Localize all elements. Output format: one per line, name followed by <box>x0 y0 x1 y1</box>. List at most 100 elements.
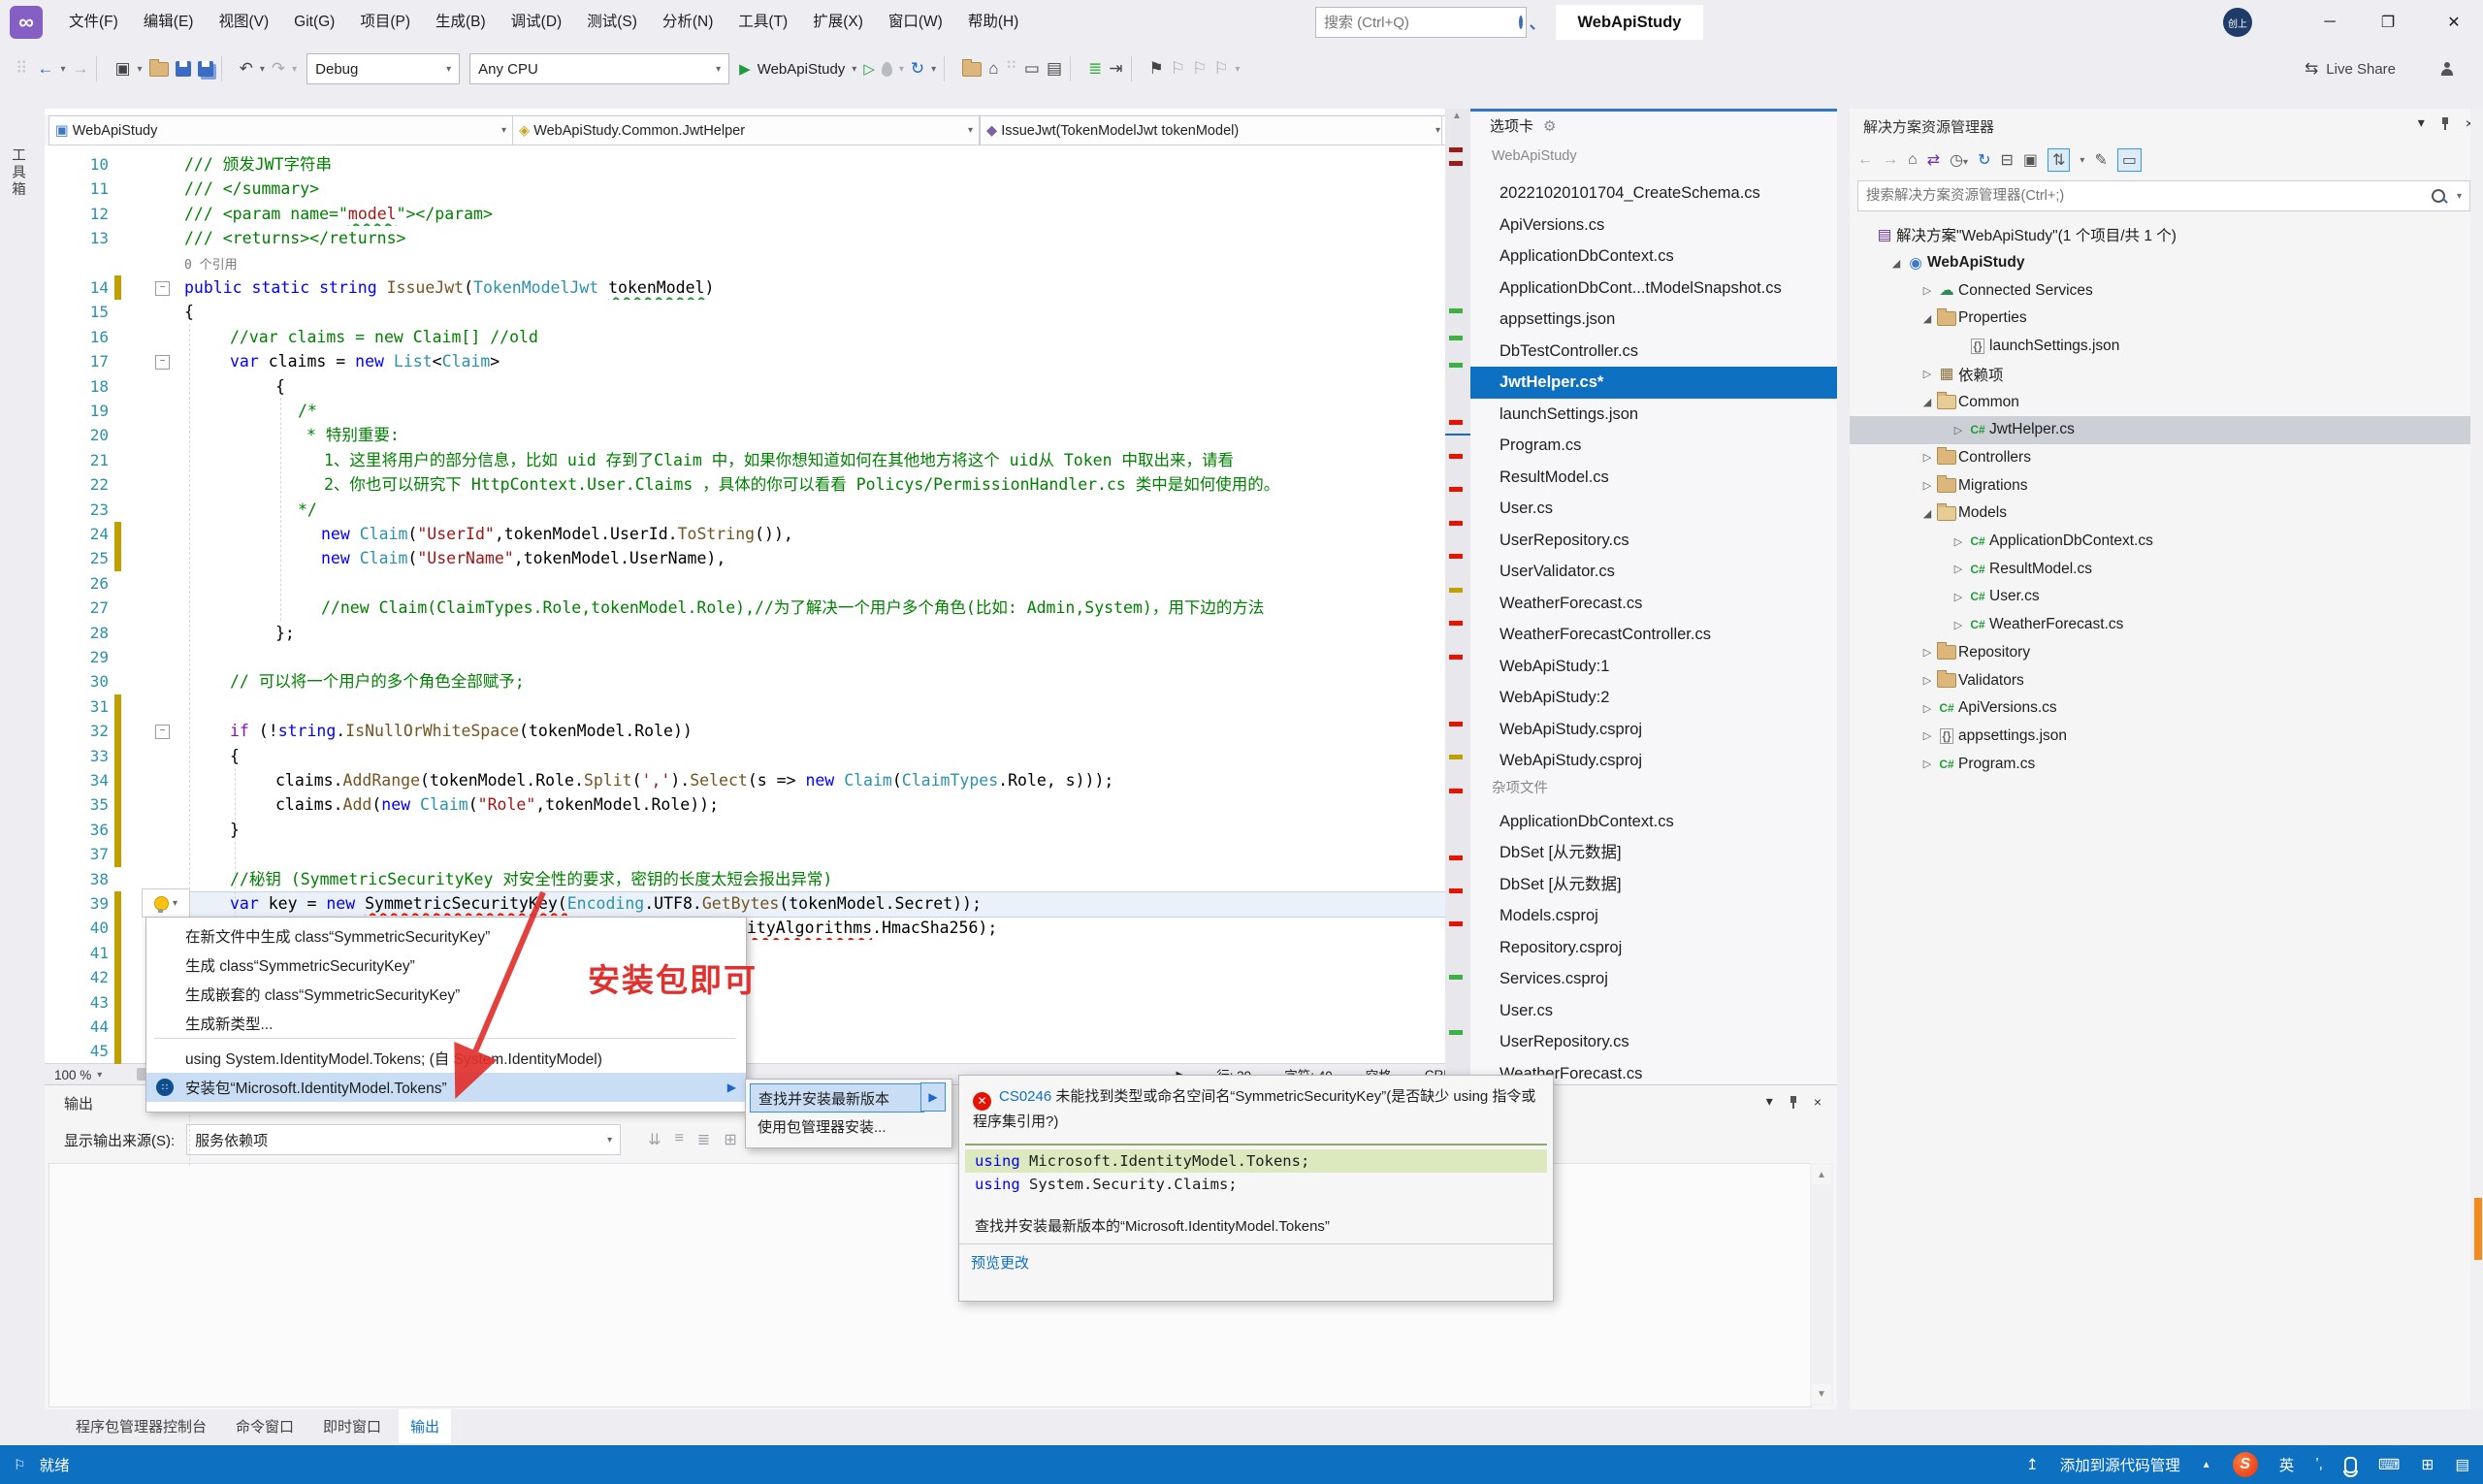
tree-expander-icon[interactable]: ▷ <box>1919 368 1935 380</box>
save-all-icon[interactable] <box>198 61 213 77</box>
tree-item[interactable]: ▷C#Program.cs <box>1850 750 2483 778</box>
caret-up-icon[interactable]: ▲ <box>2202 1460 2211 1470</box>
tree-expander-icon[interactable]: ▷ <box>1919 674 1935 687</box>
code-line[interactable]: { <box>230 744 240 768</box>
chevron-down-icon[interactable]: ▾ <box>2418 114 2425 131</box>
scroll-down-icon[interactable]: ▼ <box>1812 1384 1831 1403</box>
tree-item[interactable]: ◢Models <box>1850 500 2483 528</box>
navigate-back-icon[interactable]: ← <box>37 59 53 79</box>
submenu-arrow-icon[interactable]: ▶ <box>920 1082 946 1112</box>
fold-collapse-button[interactable]: − <box>155 355 170 370</box>
undo-dropdown[interactable]: ▾ <box>260 64 265 75</box>
se-sync-dropdown[interactable]: ▾ <box>2080 155 2084 166</box>
close-icon[interactable]: × <box>1814 1094 1822 1110</box>
code-line[interactable]: /// 颁发JWT字符串 <box>184 152 332 177</box>
tab-list-item[interactable]: UserRepository.cs <box>1470 1026 1837 1058</box>
sogou-ime-icon[interactable]: S <box>2233 1452 2258 1477</box>
tab-list-item[interactable]: JwtHelper.cs* <box>1470 367 1837 399</box>
tool-window-tab[interactable]: 命令窗口 <box>224 1409 306 1443</box>
tree-expander-icon[interactable]: ▷ <box>1919 451 1935 464</box>
microphone-icon[interactable] <box>2344 1457 2357 1473</box>
se-wrench-icon[interactable]: ✎ <box>2094 150 2107 170</box>
refresh-icon[interactable]: ↻ <box>911 59 924 79</box>
run-target-label[interactable]: WebApiStudy <box>758 61 846 78</box>
code-line[interactable]: public static string IssueJwt(TokenModel… <box>184 275 714 300</box>
tab-list-item[interactable]: ApiVersions.cs <box>1470 210 1837 242</box>
menu-item[interactable]: 分析(N) <box>650 0 726 45</box>
tree-expander-icon[interactable]: ▷ <box>1919 702 1935 715</box>
output-source-dropdown[interactable]: 服务依赖项▾ <box>186 1124 621 1155</box>
fold-collapse-button[interactable]: − <box>155 281 170 296</box>
code-line[interactable]: // 可以将一个用户的多个角色全部赋予; <box>230 669 525 694</box>
code-line[interactable]: * 特别重要: <box>306 423 400 447</box>
quick-search-box[interactable] <box>1315 7 1527 38</box>
live-share-label[interactable]: Live Share <box>2326 61 2396 78</box>
se-home-icon[interactable]: ⌂ <box>1908 151 1918 169</box>
menu-item[interactable]: 窗口(W) <box>876 0 955 45</box>
ime-grid-icon[interactable]: ⊞ <box>2421 1456 2434 1474</box>
tab-list-item[interactable]: WeatherForecastController.cs <box>1470 619 1837 651</box>
menu-item[interactable]: 调试(D) <box>499 0 575 45</box>
se-refresh-icon[interactable]: ↻ <box>1978 150 1990 170</box>
code-line[interactable]: ityAlgorithms.HmacSha256); <box>747 916 997 940</box>
tab-list-item[interactable]: appsettings.json <box>1470 304 1837 336</box>
tab-list-item[interactable]: ResultModel.cs <box>1470 462 1837 494</box>
tree-expander-icon[interactable]: ▷ <box>1919 758 1935 770</box>
ime-language[interactable]: 英 <box>2279 1454 2295 1475</box>
indent-increase-icon[interactable]: ⇥ <box>1109 59 1122 79</box>
tree-item[interactable]: ▷▦依赖项 <box>1850 361 2483 389</box>
tree-expander-icon[interactable]: ◢ <box>1919 396 1935 408</box>
se-properties-icon[interactable]: ▣ <box>2023 150 2038 170</box>
tree-item[interactable]: ◢Properties <box>1850 305 2483 333</box>
tab-list-item[interactable]: DbTestController.cs <box>1470 336 1837 368</box>
bookmark-next-icon[interactable]: ⚐ <box>1192 59 1207 79</box>
menu-item[interactable]: 帮助(H) <box>955 0 1032 45</box>
code-line[interactable]: //秘钥 (SymmetricSecurityKey 对安全性的要求，密钥的长度… <box>230 867 832 891</box>
code-line[interactable]: /// <returns></returns> <box>184 226 405 250</box>
tab-list-item[interactable]: DbSet [从元数据] <box>1470 869 1837 901</box>
tree-expander-icon[interactable]: ▷ <box>1919 646 1935 659</box>
breadcrumb-project-dropdown[interactable]: ▣ WebApiStudy▾ <box>48 115 513 145</box>
tab-list-item[interactable]: ApplicationDbContext.cs <box>1470 806 1837 838</box>
breadcrumb-type-dropdown[interactable]: ◈ WebApiStudy.Common.JwtHelper▾ <box>512 115 980 145</box>
tool-window-tab[interactable]: 程序包管理器控制台 <box>64 1409 218 1443</box>
open-folder-icon[interactable] <box>149 62 169 77</box>
tree-item[interactable]: ▷Repository <box>1850 639 2483 667</box>
redo-icon[interactable]: ↷ <box>272 59 285 79</box>
configuration-dropdown[interactable]: Debug▾ <box>306 53 460 84</box>
se-switch-view-icon[interactable]: ⇄ <box>1927 150 1940 170</box>
tab-list-item[interactable]: Models.csproj <box>1470 900 1837 932</box>
menu-item[interactable]: 工具(T) <box>726 0 800 45</box>
code-line[interactable]: claims.AddRange(tokenModel.Role.Split(',… <box>275 768 1113 792</box>
tab-list-item[interactable]: ApplicationDbContext.cs <box>1470 241 1837 273</box>
fold-collapse-button[interactable]: − <box>155 725 170 739</box>
tree-expander-icon[interactable]: ▷ <box>1919 479 1935 492</box>
tab-list-item[interactable]: Repository.csproj <box>1470 932 1837 964</box>
bookmark-prev-icon[interactable]: ⚐ <box>1171 59 1185 79</box>
menu-item[interactable]: 文件(F) <box>56 0 131 45</box>
gear-icon[interactable]: ⚙ <box>1543 117 1556 135</box>
code-line[interactable]: } <box>230 818 240 842</box>
scroll-up-icon[interactable]: ▲ <box>1452 111 1462 121</box>
run-target-dropdown[interactable]: ▾ <box>852 64 856 75</box>
code-line[interactable]: var key = new SymmetricSecurityKey(Encod… <box>230 891 982 916</box>
tree-expander-icon[interactable]: ▷ <box>1951 535 1966 548</box>
code-line[interactable]: if (!string.IsNullOrWhiteSpace(tokenMode… <box>230 719 693 743</box>
search-options-dropdown[interactable]: ▾ <box>2457 191 2462 202</box>
output-wrap-icon[interactable]: ≡ <box>675 1130 684 1149</box>
tab-list-item[interactable]: Program.cs <box>1470 430 1837 462</box>
editor-zoom-dropdown[interactable]: 100 %▾ <box>45 1068 122 1082</box>
pin-icon[interactable] <box>2440 116 2450 130</box>
code-line[interactable]: /// </summary> <box>184 177 319 201</box>
menu-item[interactable]: 视图(V) <box>206 0 281 45</box>
lightbulb-icon[interactable] <box>154 896 169 911</box>
keyboard-icon[interactable]: ⌨ <box>2378 1456 2400 1474</box>
menu-item[interactable]: 扩展(X) <box>800 0 876 45</box>
start-without-debug-icon[interactable]: ▷ <box>863 60 875 78</box>
se-pending-changes-icon[interactable]: ◷▾ <box>1950 150 1968 170</box>
toolbox-tab[interactable]: 工具箱 <box>8 147 28 199</box>
se-sync-active-document-icon[interactable]: ⇅ <box>2048 148 2070 172</box>
menu-item[interactable]: 项目(P) <box>347 0 423 45</box>
redo-dropdown[interactable]: ▾ <box>292 64 297 75</box>
tree-expander-icon[interactable]: ◢ <box>1888 257 1904 270</box>
